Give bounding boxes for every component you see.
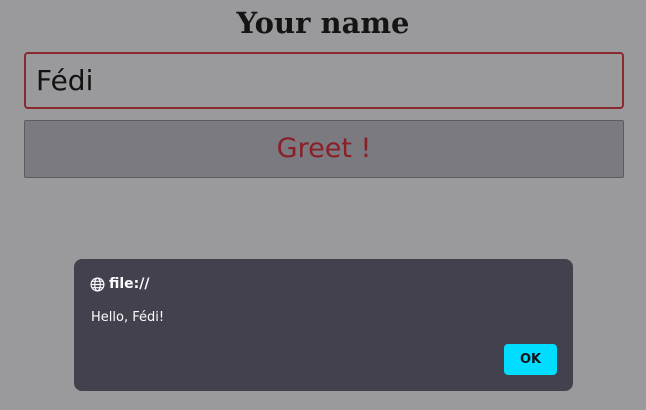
name-input[interactable] [24,52,624,109]
dialog-origin: file:// [90,275,150,293]
ok-button[interactable]: OK [504,344,557,375]
alert-dialog: file:// Hello, Fédi! OK [74,259,573,391]
greet-button[interactable]: Greet ! [24,120,624,178]
dialog-message: Hello, Fédi! [91,310,165,325]
dialog-origin-label: file:// [109,276,150,292]
page: Your name Greet ! file:// Hello, Fédi! O… [0,0,646,410]
globe-icon [90,277,105,292]
page-title: Your name [236,6,410,40]
